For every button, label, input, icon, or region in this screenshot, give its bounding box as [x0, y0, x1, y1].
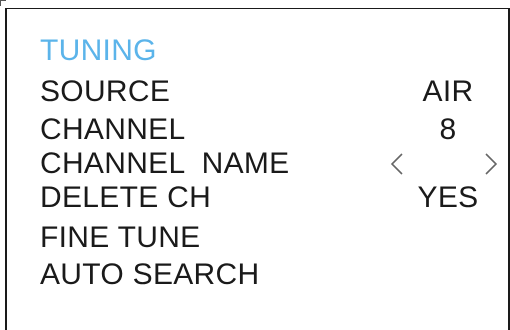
menu-item-channel[interactable]: CHANNEL 8	[40, 112, 502, 148]
frame-left-border	[5, 8, 7, 330]
channel-value[interactable]: 8	[398, 112, 498, 148]
menu-item-auto-search[interactable]: AUTO SEARCH	[40, 257, 502, 293]
frame-corner	[0, 0, 6, 6]
menu-item-source[interactable]: SOURCE AIR	[40, 74, 502, 110]
menu-item-fine-tune[interactable]: FINE TUNE	[40, 220, 502, 256]
chevron-right-icon[interactable]	[484, 152, 498, 176]
menu-item-delete-ch[interactable]: DELETE CH YES	[40, 180, 502, 216]
channel-label: CHANNEL	[40, 113, 186, 146]
source-label: SOURCE	[40, 75, 171, 108]
osd-screen: TUNING SOURCE AIR CHANNEL 8 CHANNEL NAME…	[0, 0, 510, 330]
frame-top-border	[5, 8, 510, 9]
chevron-left-icon[interactable]	[390, 152, 404, 176]
delete-ch-value[interactable]: YES	[398, 180, 498, 216]
menu-title: TUNING	[40, 34, 157, 67]
channel-name-label: CHANNEL NAME	[40, 147, 290, 180]
source-value[interactable]: AIR	[398, 74, 498, 110]
channel-name-selector[interactable]	[382, 146, 502, 182]
menu-title-row: TUNING	[40, 33, 502, 69]
menu-item-channel-name[interactable]: CHANNEL NAME	[40, 146, 502, 182]
auto-search-label: AUTO SEARCH	[40, 258, 260, 291]
fine-tune-label: FINE TUNE	[40, 221, 201, 254]
delete-ch-label: DELETE CH	[40, 181, 212, 214]
